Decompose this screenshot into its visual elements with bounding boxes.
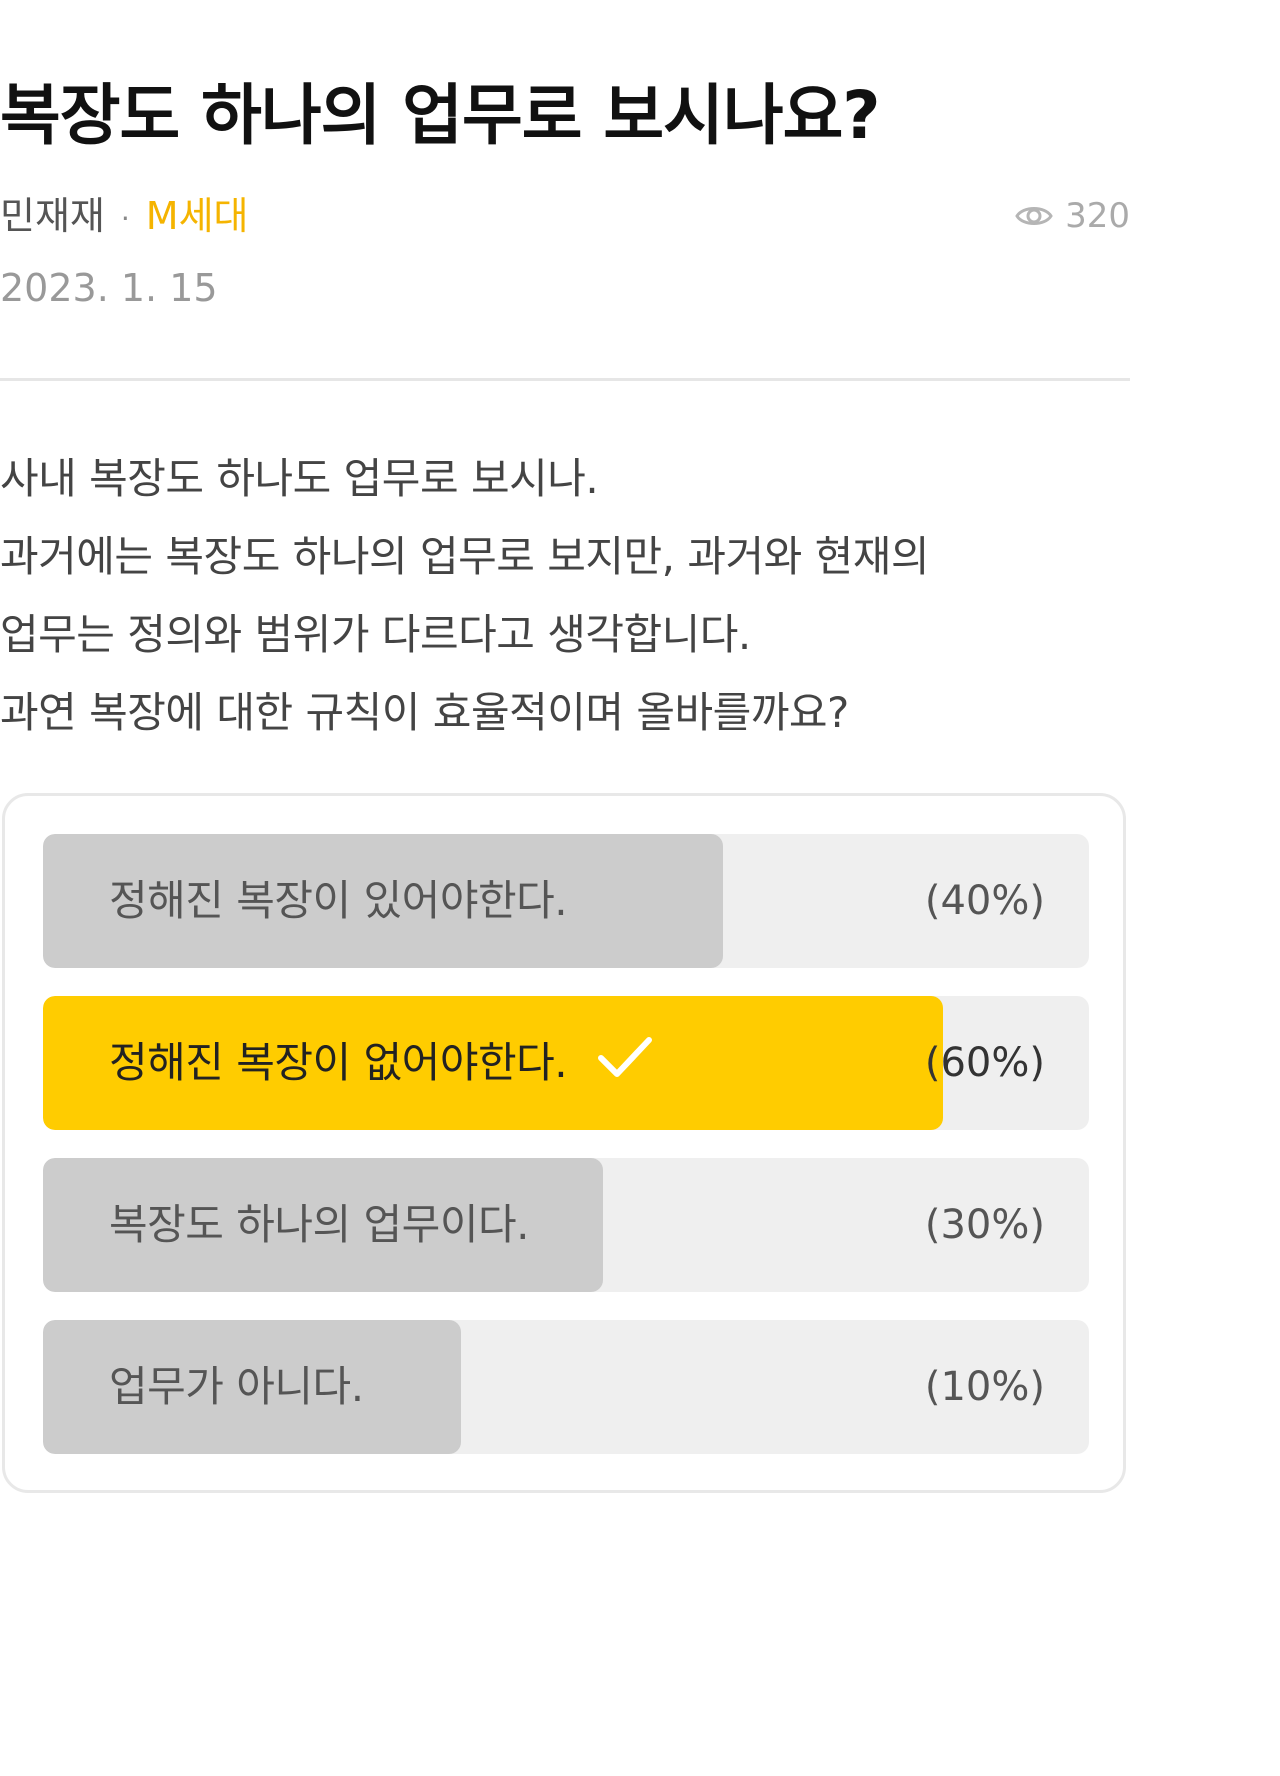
poll-option-percent: (10%) [924, 1364, 1045, 1410]
body-line: 과연 복장에 대한 규칙이 효율적이며 올바를까요? [0, 688, 849, 737]
poll-option[interactable]: 업무가 아니다. (10%) [43, 1320, 1089, 1454]
meta-separator: · [120, 201, 130, 235]
category-link[interactable]: M세대 [146, 194, 249, 238]
poll-option-label: 정해진 복장이 있어야한다. [109, 876, 568, 925]
view-count: 320 [1015, 188, 1130, 244]
post-page: 복장도 하나의 업무로 보시나요? 민재재 · M세대 320 2023. 1. 1… [0, 0, 1130, 1776]
poll-option-label: 복장도 하나의 업무이다. [109, 1200, 529, 1249]
divider [0, 378, 1130, 381]
poll-option-label: 정해진 복장이 없어야한다. [109, 1038, 568, 1087]
poll-option-percent: (30%) [924, 1202, 1045, 1248]
poll-option-label: 업무가 아니다. [109, 1362, 364, 1411]
post-meta: 민재재 · M세대 320 [0, 188, 1130, 244]
author-name[interactable]: 민재재 [0, 194, 105, 238]
poll-box: 정해진 복장이 있어야한다. (40%) 정해진 복장이 없어야한다. (60%… [2, 793, 1126, 1493]
view-count-value: 320 [1065, 196, 1130, 236]
poll-option-percent: (60%) [924, 1040, 1045, 1086]
eye-icon [1015, 207, 1053, 225]
post-title: 복장도 하나의 업무로 보시나요? [0, 77, 881, 154]
poll-option[interactable]: 정해진 복장이 없어야한다. (60%) [43, 996, 1089, 1130]
poll-option-label-wrap: 정해진 복장이 없어야한다. [109, 996, 655, 1130]
post-body: 사내 복장도 하나도 업무로 보시나. 과거에는 복장도 하나의 업무로 보지만… [0, 440, 1130, 752]
check-icon [595, 999, 655, 1131]
poll-option-percent: (40%) [924, 878, 1045, 924]
poll-option[interactable]: 정해진 복장이 있어야한다. (40%) [43, 834, 1089, 968]
body-line: 업무는 정의와 범위가 다르다고 생각합니다. [0, 610, 751, 659]
body-line: 사내 복장도 하나도 업무로 보시나. [0, 454, 599, 503]
body-line: 과거에는 복장도 하나의 업무로 보지만, 과거와 현재의 [0, 532, 930, 581]
post-date: 2023. 1. 15 [0, 266, 218, 310]
poll-option[interactable]: 복장도 하나의 업무이다. (30%) [43, 1158, 1089, 1292]
